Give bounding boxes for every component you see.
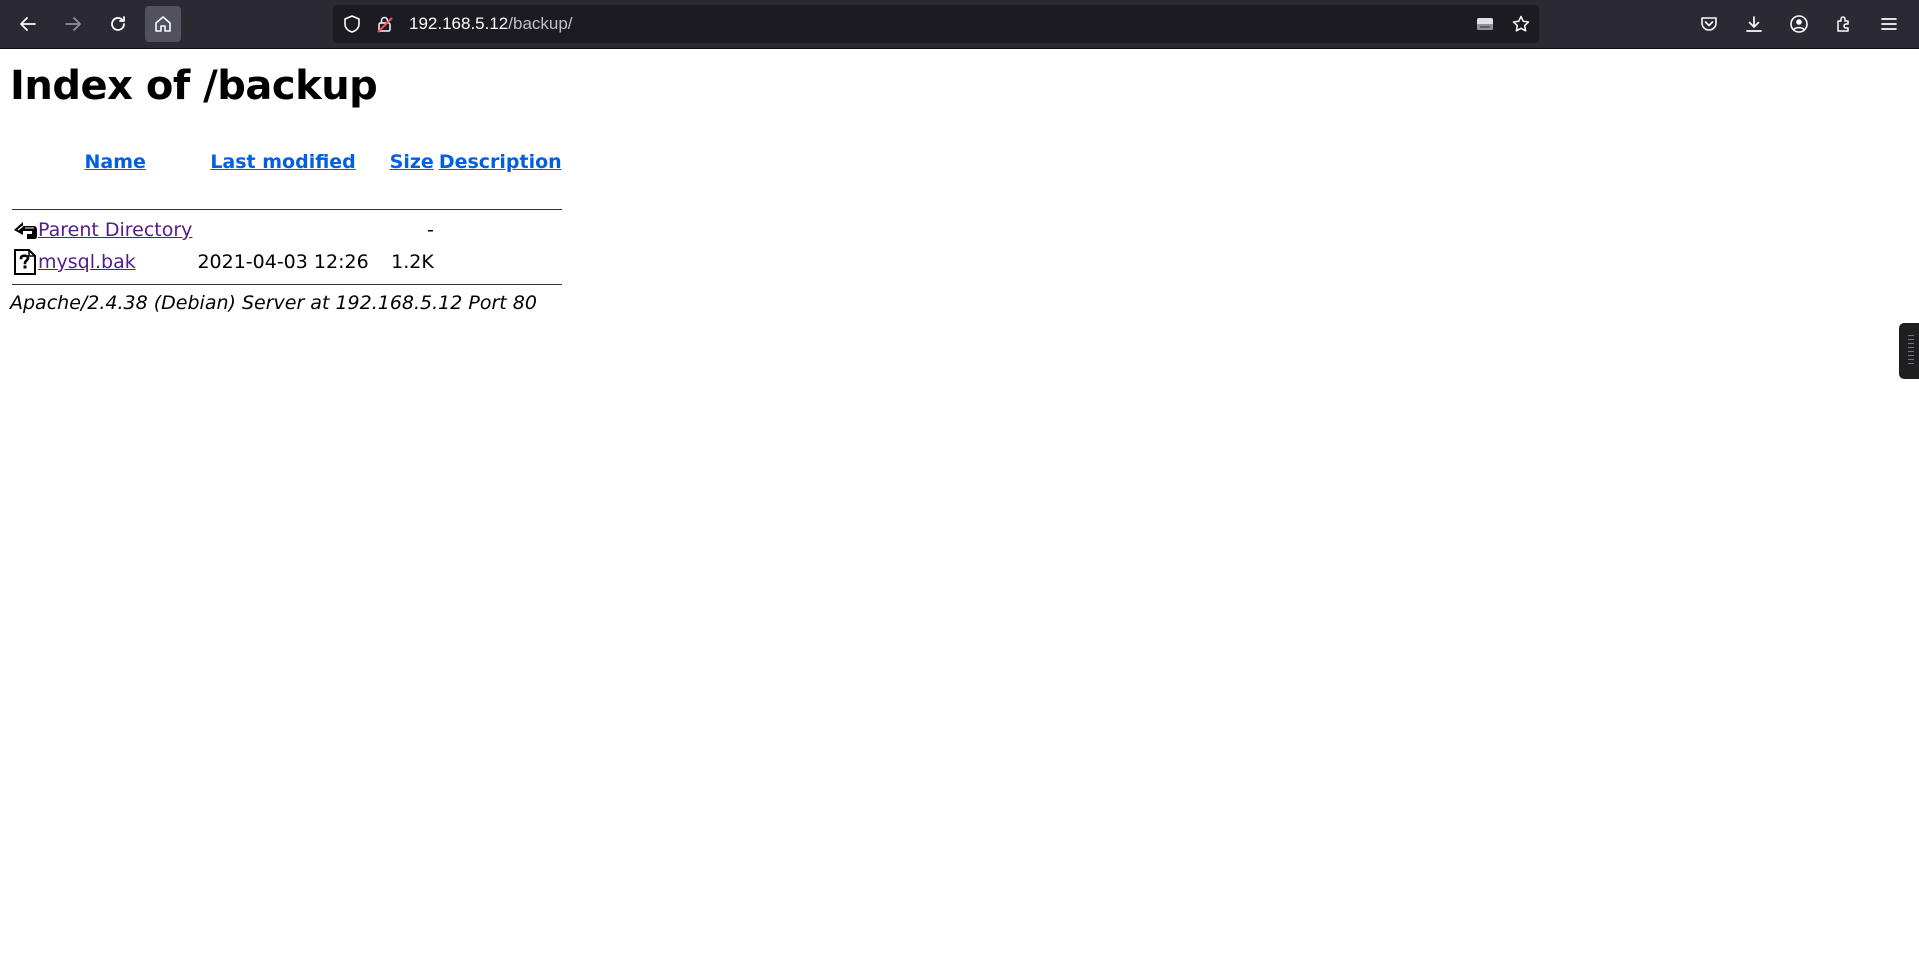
menu-icon [1881, 18, 1897, 30]
app-menu-button[interactable] [1871, 6, 1907, 42]
page-content: Index of /backup Name Last modified Size… [10, 58, 562, 314]
forward-icon [65, 17, 81, 31]
description-column-header: Description [434, 142, 562, 182]
back-arrow-icon [14, 222, 37, 239]
browser-toolbar: 192.168.5.12/backup/ [0, 0, 1919, 49]
tracking-protection-button[interactable] [342, 14, 362, 34]
url-text[interactable]: 192.168.5.12/backup/ [409, 5, 573, 43]
back-button[interactable] [10, 6, 46, 42]
server-signature: Apache/2.4.38 (Debian) Server at 192.168… [10, 292, 537, 314]
size-column-header: Size [374, 142, 434, 182]
url-bar[interactable]: 192.168.5.12/backup/ [333, 5, 1539, 43]
name-cell: Parent Directory [38, 214, 192, 246]
description-cell [434, 214, 562, 246]
unknown-file-icon [14, 249, 36, 275]
back-icon [20, 17, 36, 31]
mysql-bak-link[interactable]: mysql.bak [38, 251, 136, 273]
reload-button[interactable] [100, 6, 136, 42]
header-row: Name Last modified Size Description [12, 142, 562, 182]
downloads-button[interactable] [1736, 6, 1772, 42]
parent-directory-link[interactable]: Parent Directory [38, 219, 192, 241]
extensions-button[interactable] [1826, 6, 1862, 42]
last-modified-column-header: Last modified [192, 142, 373, 182]
table-row: mysql.bak 2021-04-03 12:26 1.2K [12, 246, 562, 278]
sort-by-last-modified-link[interactable]: Last modified [210, 151, 355, 173]
separator-row [12, 182, 562, 214]
page-title: Index of /backup [10, 63, 378, 109]
divider [12, 209, 562, 210]
sidebar-handle[interactable] [1899, 323, 1919, 379]
pocket-icon [1701, 17, 1717, 31]
description-cell [434, 246, 562, 278]
reload-icon [111, 16, 125, 31]
url-host: 192.168.5.12 [409, 14, 509, 33]
size-cell: - [426, 219, 434, 241]
account-icon [1790, 15, 1808, 33]
directory-listing: Name Last modified Size Description Pare… [12, 142, 562, 310]
site-security-button[interactable] [375, 14, 395, 34]
lock-warning-icon [377, 16, 393, 33]
sort-by-size-link[interactable]: Size [390, 151, 434, 173]
table-row: Parent Directory - [12, 214, 562, 246]
icon-column-header [12, 142, 38, 182]
sort-by-name-link[interactable]: Name [85, 151, 146, 173]
name-column-header: Name [38, 142, 192, 182]
divider [12, 284, 562, 285]
last-modified-cell: 2021-04-03 12:26 [197, 251, 369, 273]
account-button[interactable] [1781, 6, 1817, 42]
shield-icon [344, 15, 360, 33]
home-icon [155, 16, 171, 32]
url-path: /backup/ [508, 14, 573, 33]
extensions-icon [1837, 16, 1849, 32]
download-icon [1746, 16, 1762, 32]
bookmark-button[interactable] [1511, 14, 1531, 34]
reader-icon [1477, 18, 1493, 30]
name-cell: mysql.bak [38, 246, 192, 278]
pocket-button[interactable] [1691, 6, 1727, 42]
last-modified-cell [192, 214, 373, 246]
star-icon [1512, 15, 1530, 32]
sort-by-description-link[interactable]: Description [439, 151, 562, 173]
icon-cell [12, 214, 38, 246]
reader-view-button[interactable] [1475, 14, 1495, 34]
icon-cell [12, 246, 38, 278]
home-button[interactable] [145, 6, 181, 42]
forward-button[interactable] [55, 6, 91, 42]
size-cell: 1.2K [391, 251, 434, 273]
